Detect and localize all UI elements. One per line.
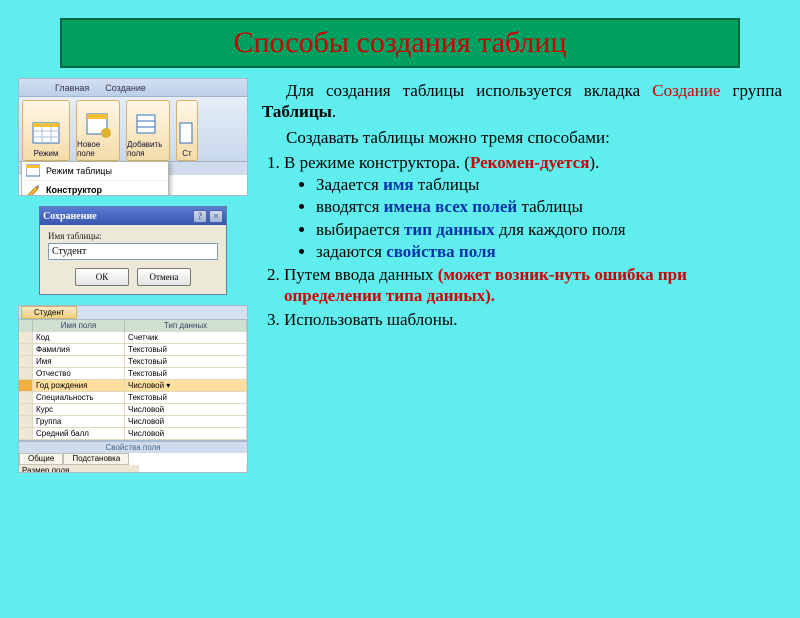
view-dropdown-menu: Режим таблицы Конструктор [21,161,169,196]
ribbon-tab: Создание [105,83,146,93]
table-designer-screenshot: Студент Имя поляТип данных КодСчетчикФам… [18,305,248,473]
designer-tab-name: Студент [21,306,77,319]
list-item: Путем ввода данных (может возник-нуть ош… [284,264,782,307]
dialog-titlebar: Сохранение ? × [40,207,226,225]
body-text: Для создания таблицы используется вкладк… [262,78,782,473]
newfield-icon [84,111,112,139]
illustrations-column: Главная Создание Режим Новое поле [18,78,248,473]
list-item: вводятся имена всех полей таблицы [316,196,782,217]
table-row: КодСчетчик [19,332,247,344]
prop-tab: Подстановка [63,453,129,465]
datasheet-icon [26,164,40,178]
cancel-button: Отмена [137,268,191,286]
table-row: КурсЧисловой [19,404,247,416]
ribbon-tab: Главная [55,83,89,93]
table-name-input: Студент [48,243,218,260]
help-icon: ? [193,210,207,223]
table-row: ФамилияТекстовый [19,344,247,356]
table-row: ОтчествоТекстовый [19,368,247,380]
datasheet-icon [32,120,60,148]
ribbon-btn-newfield: Новое поле [76,100,120,161]
dialog-title-text: Сохранение [43,211,97,222]
ribbon-btn-cut: Ст [176,100,198,161]
table-row: ГруппаЧисловой [19,416,247,428]
addfields-icon [134,111,162,139]
slide-title-text: Способы создания таблиц [233,26,566,59]
dialog-field-label: Имя таблицы: [48,231,218,241]
list-item: задаются свойства поля [316,241,782,262]
hl-tab: Создание [652,81,720,100]
column-icon [179,120,195,148]
ribbon-btn-addfields: Добавить поля [126,100,170,161]
close-icon: × [209,210,223,223]
ribbon-screenshot: Главная Создание Режим Новое поле [18,78,248,196]
ok-button: ОК [75,268,129,286]
prop-tab: Общие [19,453,63,465]
menu-item-label: Конструктор [46,185,102,195]
list-item: Задается имя таблицы [316,174,782,195]
slide-title: Способы создания таблиц [60,18,740,68]
ribbon-btn-view: Режим [22,100,70,161]
menu-item-label: Режим таблицы [46,166,112,176]
list-item: Использовать шаблоны. [284,309,782,330]
table-row: Средний баллЧисловой [19,428,247,440]
props-title: Свойства поля [19,442,247,453]
list-item: В режиме конструктора. (Рекомен-дуется).… [284,152,782,262]
table-row: ИмяТекстовый [19,356,247,368]
hl-group: Таблицы [262,102,332,121]
designer-icon [26,183,40,196]
property-row: Размер поля [19,465,247,473]
save-dialog-screenshot: Сохранение ? × Имя таблицы: Студент ОК О… [39,206,227,295]
list-item: выбирается тип данных для каждого поля [316,219,782,240]
table-row: СпециальностьТекстовый [19,392,247,404]
table-row: Год рожденияЧисловой ▾ [19,380,247,392]
